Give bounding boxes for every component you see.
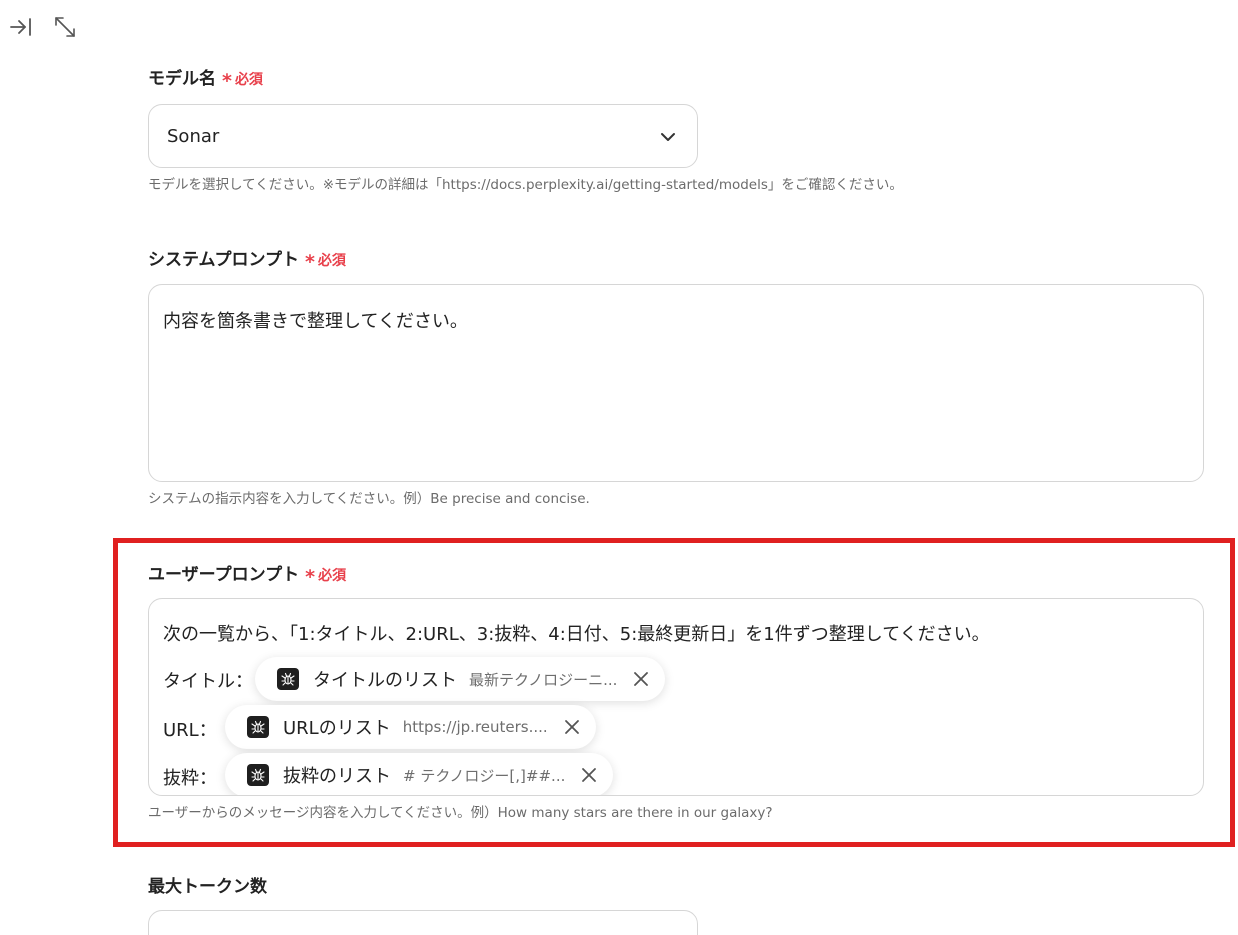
- user-prompt-first-line: 次の一覧から、「1:タイトル、2:URL、3:抜粋、4:日付、5:最終更新日」を…: [163, 624, 990, 645]
- system-prompt-help-text: システムの指示内容を入力してください。例）Be precise and conc…: [148, 491, 590, 507]
- close-icon[interactable]: [631, 669, 651, 689]
- variable-chip-excerpt[interactable]: 抜粋のリスト # テクノロジー[,]##...: [225, 753, 614, 795]
- chip-preview: https://jp.reuters....: [402, 718, 548, 736]
- chip-name: タイトルのリスト: [313, 670, 457, 691]
- close-icon[interactable]: [562, 717, 582, 737]
- variable-chip-title[interactable]: タイトルのリスト 最新テクノロジーニ...: [255, 657, 666, 701]
- variable-chip-url[interactable]: URLのリスト https://jp.reuters....: [225, 705, 596, 749]
- model-select-value: Sonar: [167, 125, 220, 147]
- model-select[interactable]: Sonar: [148, 104, 698, 168]
- model-label-text: モデル名: [148, 69, 216, 89]
- asterisk-icon: *: [222, 70, 232, 92]
- bug-icon: [247, 764, 269, 786]
- asterisk-icon: *: [305, 566, 316, 588]
- model-field-label: モデル名 * 必須: [148, 64, 263, 92]
- required-marker: * 必須: [304, 251, 346, 273]
- required-marker: * 必須: [222, 70, 263, 92]
- bug-icon: [277, 668, 299, 690]
- close-icon[interactable]: [579, 765, 599, 785]
- user-prompt-help-text: ユーザーからのメッセージ内容を入力してください。例）How many stars…: [148, 805, 773, 821]
- row-prefix-title: タイトル：: [163, 671, 253, 692]
- expand-diagonal-icon[interactable]: [52, 14, 78, 40]
- system-prompt-label-text: システムプロンプト: [148, 250, 299, 270]
- user-prompt-label-text: ユーザープロンプト: [148, 565, 300, 585]
- max-tokens-label: 最大トークン数: [148, 872, 267, 897]
- bug-icon: [247, 716, 269, 738]
- system-prompt-label: システムプロンプト * 必須: [148, 245, 346, 273]
- row-prefix-url: URL：: [163, 720, 217, 741]
- chip-preview: 最新テクノロジーニ...: [469, 670, 618, 689]
- chip-name: URLのリスト: [283, 718, 391, 739]
- system-prompt-textarea[interactable]: 内容を箇条書きで整理してください。: [148, 284, 1204, 482]
- chip-preview: # テクノロジー[,]##...: [403, 766, 566, 785]
- user-prompt-textarea[interactable]: 次の一覧から、「1:タイトル、2:URL、3:抜粋、4:日付、5:最終更新日」を…: [148, 598, 1204, 796]
- collapse-right-icon[interactable]: [8, 14, 34, 40]
- max-tokens-input[interactable]: [148, 910, 698, 935]
- user-prompt-label: ユーザープロンプト * 必須: [148, 560, 347, 588]
- chip-name: 抜粋のリスト: [283, 766, 391, 787]
- model-help-text: モデルを選択してください。※モデルの詳細は「https://docs.perpl…: [148, 177, 903, 193]
- required-marker: * 必須: [305, 566, 347, 588]
- row-prefix-excerpt: 抜粋：: [163, 768, 217, 789]
- system-prompt-value: 内容を箇条書きで整理してください。: [163, 311, 468, 332]
- asterisk-icon: *: [304, 251, 315, 273]
- chevron-down-icon: [659, 128, 677, 146]
- max-tokens-label-text: 最大トークン数: [148, 877, 267, 897]
